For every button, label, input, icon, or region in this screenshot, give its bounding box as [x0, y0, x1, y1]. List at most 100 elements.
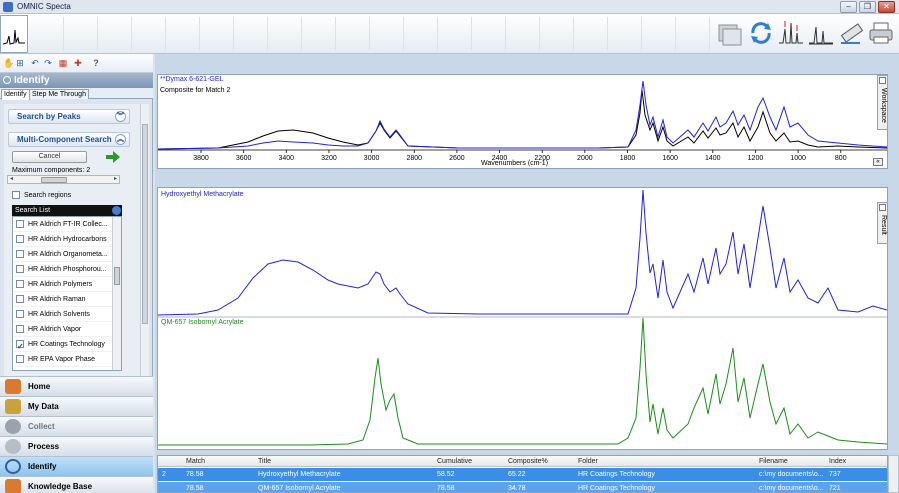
- result-side-tab[interactable]: Result: [877, 202, 888, 244]
- toolbar-slot-19[interactable]: [642, 17, 676, 51]
- close-button[interactable]: ✕: [878, 1, 895, 13]
- checkbox-icon[interactable]: [16, 295, 24, 304]
- toolbar-slot-11[interactable]: [370, 17, 404, 51]
- col-cumulative[interactable]: Cumulative: [437, 456, 472, 467]
- tab-step-me-through[interactable]: Step Me Through: [29, 89, 89, 99]
- toolbar-slot-14[interactable]: [472, 17, 506, 51]
- results-scrollbar[interactable]: [888, 455, 899, 493]
- book-icon[interactable]: ▦: [58, 58, 68, 68]
- toolbar-slot-12[interactable]: [404, 17, 438, 51]
- minimize-button[interactable]: –: [840, 1, 857, 13]
- slider-right-icon[interactable]: ▸: [114, 176, 117, 183]
- help-icon[interactable]: ?: [91, 58, 101, 68]
- toolbar-slot-2[interactable]: [64, 17, 98, 51]
- gift-icon[interactable]: ✚: [73, 58, 83, 68]
- scrollbar-thumb[interactable]: [142, 124, 148, 324]
- toolbar-slot-15[interactable]: [506, 17, 540, 51]
- chevron-up-icon[interactable]: ︽: [115, 134, 126, 145]
- redo-icon[interactable]: ↷: [43, 58, 53, 68]
- list-item[interactable]: HR Aldrich Polymers: [13, 277, 113, 292]
- chevron-down-icon[interactable]: ︾: [115, 111, 126, 122]
- toolbar-slot-1[interactable]: [30, 17, 64, 51]
- checkbox-icon[interactable]: [16, 250, 24, 259]
- clear-icon[interactable]: [716, 19, 742, 47]
- col-composite[interactable]: Composite%: [508, 456, 548, 467]
- hand-icon[interactable]: ✋: [3, 58, 14, 68]
- measure-tool-icon[interactable]: [838, 19, 864, 47]
- toolbar-slot-7[interactable]: [234, 17, 268, 51]
- scrollbar-thumb[interactable]: [114, 267, 120, 285]
- search-by-peaks-header[interactable]: Search by Peaks ︾: [8, 109, 130, 124]
- toolbar-slot-3[interactable]: [98, 17, 132, 51]
- list-item[interactable]: HR EPA Vapor Phase: [13, 352, 113, 367]
- table-row[interactable]: 78.58 QM-657 Isobornyl Acrylate 78.58 34…: [158, 482, 887, 492]
- search-list-scrollbar[interactable]: [112, 217, 121, 370]
- panel-scrollbar[interactable]: [140, 104, 149, 421]
- max-components-slider[interactable]: ◂ ▸: [7, 175, 120, 184]
- checkbox-icon[interactable]: [16, 265, 24, 274]
- result-pane[interactable]: Hydroxyethyl Methacrylate QM-657 Isoborn…: [157, 187, 888, 450]
- list-item[interactable]: HR Aldrich Raman: [13, 292, 113, 307]
- col-match[interactable]: Match: [186, 456, 205, 467]
- col-folder[interactable]: Folder: [578, 456, 598, 467]
- list-item[interactable]: HR Aldrich Phosphorou...: [13, 262, 113, 277]
- col-filename[interactable]: Filename: [759, 456, 788, 467]
- checkbox-icon[interactable]: [16, 280, 24, 289]
- toolbar-slot-16[interactable]: [540, 17, 574, 51]
- list-item[interactable]: HR Aldrich Organometa...: [13, 247, 113, 262]
- nav-home[interactable]: Home: [0, 376, 153, 396]
- checkbox-icon[interactable]: [16, 220, 24, 229]
- checkbox-icon[interactable]: [879, 204, 886, 211]
- toolbar-slot-18[interactable]: [608, 17, 642, 51]
- col-index[interactable]: Index: [829, 456, 846, 467]
- go-arrow-icon[interactable]: [106, 151, 120, 163]
- workspace-pane[interactable]: **Dymax 6-621-GEL Composite for Match 2 …: [157, 74, 888, 169]
- toolbar-slot-5[interactable]: [166, 17, 200, 51]
- nav-identify[interactable]: Identify: [0, 456, 153, 476]
- multi-component-label: Multi-Component Search: [17, 135, 112, 144]
- checkbox-checked-icon[interactable]: [16, 339, 24, 351]
- checkbox-icon[interactable]: [16, 235, 24, 244]
- list-item[interactable]: HR Coatings Technology: [13, 337, 113, 352]
- tab-identify[interactable]: Identify: [1, 89, 30, 100]
- cancel-button[interactable]: Cancel: [12, 151, 87, 163]
- search-list-menu-icon[interactable]: [112, 206, 121, 215]
- list-item[interactable]: HR Aldrich Hydrocarbons: [13, 232, 113, 247]
- toolbar-slot-13[interactable]: [438, 17, 472, 51]
- checkbox-icon[interactable]: [879, 77, 886, 84]
- list-item[interactable]: HR Aldrich Vapor: [13, 322, 113, 337]
- print-icon[interactable]: [868, 19, 894, 47]
- search-regions-checkbox[interactable]: Search regions: [12, 191, 71, 200]
- spectrum-thumbnail[interactable]: [0, 15, 28, 53]
- toolbar-slot-4[interactable]: [132, 17, 166, 51]
- checkbox-icon[interactable]: [16, 355, 24, 364]
- nav-process[interactable]: Process: [0, 436, 153, 456]
- col-title[interactable]: Title: [258, 456, 271, 467]
- checkbox-icon[interactable]: [12, 191, 20, 200]
- slider-left-icon[interactable]: ◂: [10, 176, 13, 183]
- toolbar-slot-9[interactable]: [302, 17, 336, 51]
- checkbox-icon[interactable]: [16, 310, 24, 319]
- undo-icon[interactable]: ↶: [30, 58, 40, 68]
- stacked-spectra-icon[interactable]: [808, 19, 834, 47]
- collapse-icon[interactable]: «: [873, 158, 883, 166]
- slider-thumb[interactable]: [41, 177, 67, 183]
- toolbar-slot-6[interactable]: [200, 17, 234, 51]
- maximize-button[interactable]: ❐: [859, 1, 876, 13]
- multi-component-header[interactable]: Multi-Component Search ︽: [8, 132, 130, 147]
- workspace-side-tab[interactable]: Workspace: [877, 75, 888, 130]
- toolbar-slot-8[interactable]: [268, 17, 302, 51]
- peak-labels-icon[interactable]: [778, 19, 804, 47]
- checkbox-icon[interactable]: [16, 325, 24, 334]
- nav-my-data[interactable]: My Data: [0, 396, 153, 416]
- toolbar-slot-10[interactable]: [336, 17, 370, 51]
- nav-collect[interactable]: Collect: [0, 416, 153, 436]
- list-item[interactable]: HR Aldrich FT-IR Collec...: [13, 217, 113, 232]
- toolbar-slot-17[interactable]: [574, 17, 608, 51]
- refresh-icon[interactable]: [748, 19, 774, 47]
- table-row[interactable]: 2 78.58 Hydroxyethyl Methacrylate 58.52 …: [158, 468, 887, 481]
- list-item[interactable]: HR Aldrich Solvents: [13, 307, 113, 322]
- nav-knowledge-base[interactable]: Knowledge Base: [0, 476, 153, 493]
- toolbar-slot-20[interactable]: [676, 17, 710, 51]
- layout-icon[interactable]: ⊞: [15, 58, 25, 68]
